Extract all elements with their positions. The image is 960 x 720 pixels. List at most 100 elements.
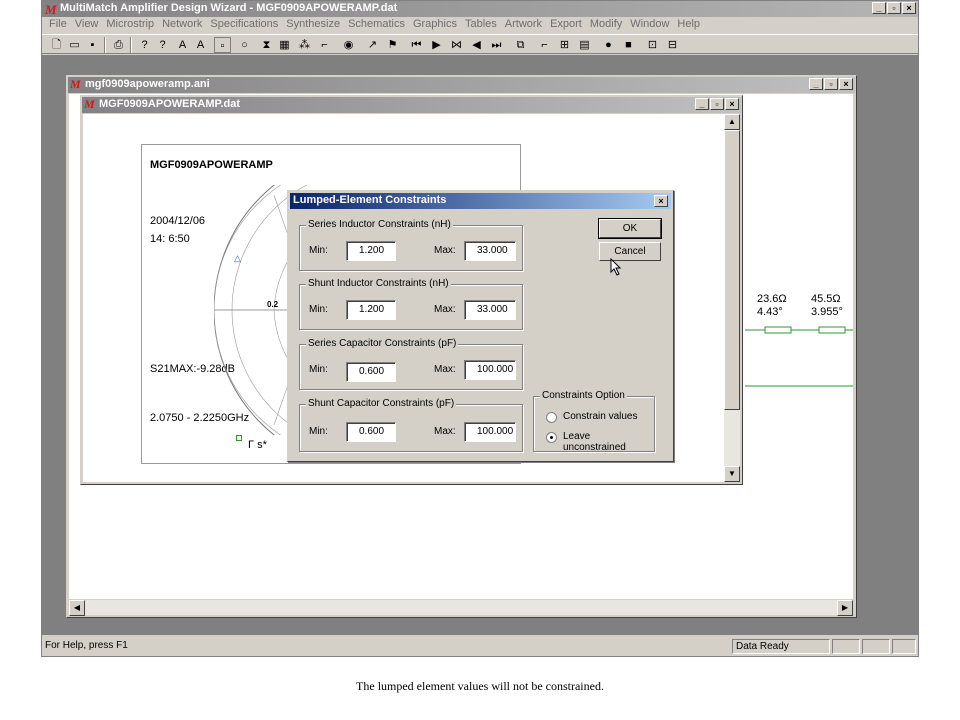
- new-file-icon[interactable]: 🗋: [48, 37, 65, 53]
- menu-graphics[interactable]: Graphics: [409, 17, 461, 33]
- menu-specifications[interactable]: Specifications: [206, 17, 282, 33]
- restore-button[interactable]: ▫: [887, 2, 901, 14]
- menu-window[interactable]: Window: [626, 17, 673, 33]
- shunt-capacitor-max-input[interactable]: 100.000: [464, 422, 516, 442]
- menu-view[interactable]: View: [71, 17, 103, 33]
- pointer-icon[interactable]: ↗: [364, 37, 381, 53]
- schematic-a2: 3.955°: [811, 306, 843, 318]
- scroll-down-icon[interactable]: ▼: [724, 466, 740, 482]
- scroll-up-icon[interactable]: ▲: [724, 114, 740, 130]
- menu-synthesize[interactable]: Synthesize: [282, 17, 344, 33]
- menu-schematics[interactable]: Schematics: [344, 17, 409, 33]
- flag-icon[interactable]: ⚑: [384, 37, 401, 53]
- dat-close-button[interactable]: ×: [725, 98, 739, 110]
- status-pane-1: [832, 639, 860, 654]
- unlock-icon[interactable]: ⊟: [664, 37, 681, 53]
- copy-icon[interactable]: ⧉: [512, 37, 529, 53]
- menu-help[interactable]: Help: [673, 17, 704, 33]
- menu-bar: File View Microstrip Network Specificati…: [42, 17, 918, 33]
- series-inductor-label: Series Inductor Constraints (nH): [306, 219, 453, 230]
- smith-legend: Γ s*: [248, 439, 267, 451]
- app-logo-icon: M: [45, 2, 57, 17]
- first-icon[interactable]: ⏮: [408, 37, 425, 53]
- ani-restore-button[interactable]: ▫: [824, 78, 838, 90]
- scroll-right-icon[interactable]: ▶: [837, 600, 853, 616]
- mouse-cursor-icon: [610, 258, 622, 276]
- step-icon[interactable]: ⌐: [316, 37, 333, 53]
- app-titlebar: M MultiMatch Amplifier Design Wizard - M…: [42, 1, 918, 17]
- ani-window-title: mgf0909apoweramp.ani: [85, 78, 210, 90]
- constraints-option-label: Constraints Option: [540, 390, 627, 401]
- shunt-capacitor-min-label: Min:: [309, 426, 328, 437]
- save-icon[interactable]: ▪: [84, 37, 101, 53]
- scroll-thumb[interactable]: [724, 130, 740, 410]
- ok-button[interactable]: OK: [598, 218, 662, 239]
- network-icon[interactable]: ⁂: [296, 37, 313, 53]
- menu-export[interactable]: Export: [546, 17, 586, 33]
- print-icon[interactable]: ⎙: [110, 37, 127, 53]
- menu-network[interactable]: Network: [158, 17, 206, 33]
- document-icon[interactable]: ▤: [576, 37, 593, 53]
- leave-unconstrained-label[interactable]: Leave unconstrained: [563, 431, 654, 453]
- menu-modify[interactable]: Modify: [586, 17, 626, 33]
- constrain-values-radio[interactable]: [546, 412, 557, 423]
- help-icon[interactable]: ?: [136, 37, 153, 53]
- shunt-capacitor-min-input[interactable]: 0.600: [346, 422, 396, 442]
- menu-file[interactable]: File: [45, 17, 71, 33]
- context-help-icon[interactable]: ?: [154, 37, 171, 53]
- dat-minimize-button[interactable]: _: [695, 98, 709, 110]
- scroll-left-icon[interactable]: ◀: [69, 600, 85, 616]
- cancel-button[interactable]: Cancel: [599, 242, 661, 261]
- ani-minimize-button[interactable]: _: [809, 78, 823, 90]
- series-capacitor-max-input[interactable]: 100.000: [464, 360, 516, 380]
- dat-window-titlebar[interactable]: M MGF0909APOWERAMP.dat _ ▫ ×: [82, 97, 741, 113]
- zoom-in-icon[interactable]: A: [174, 37, 191, 53]
- menu-tables[interactable]: Tables: [461, 17, 501, 33]
- schematic-z2: 45.5Ω: [811, 293, 841, 305]
- ani-close-button[interactable]: ×: [839, 78, 853, 90]
- dialog-close-button[interactable]: ×: [654, 195, 668, 207]
- shunt-capacitor-max-label: Max:: [434, 426, 456, 437]
- schematic-lines: [745, 326, 853, 387]
- leave-unconstrained-radio[interactable]: [546, 432, 557, 443]
- ani-horizontal-scrollbar[interactable]: ◀ ▶: [69, 599, 853, 616]
- smith-title: MGF0909APOWERAMP: [150, 159, 273, 171]
- play-icon[interactable]: ▶: [428, 37, 445, 53]
- back-icon[interactable]: ◀: [468, 37, 485, 53]
- circle-icon[interactable]: ○: [236, 37, 253, 53]
- component-icon[interactable]: ⊞: [556, 37, 573, 53]
- shunt-inductor-max-input[interactable]: 33.000: [464, 300, 516, 320]
- series-capacitor-label: Series Capacitor Constraints (pF): [306, 338, 459, 349]
- shunt-inductor-min-input[interactable]: 1.200: [346, 300, 396, 320]
- menu-microstrip[interactable]: Microstrip: [102, 17, 158, 33]
- constrain-values-label[interactable]: Constrain values: [563, 411, 637, 422]
- lock-icon[interactable]: ⊡: [644, 37, 661, 53]
- zoom-out-icon[interactable]: A: [192, 37, 209, 53]
- wire-icon[interactable]: ⌐: [536, 37, 553, 53]
- close-button[interactable]: ×: [902, 2, 916, 14]
- series-capacitor-max-label: Max:: [434, 364, 456, 375]
- constraints-option-group: Constraints Option Constrain values Leav…: [533, 390, 655, 453]
- menu-artwork[interactable]: Artwork: [501, 17, 546, 33]
- yellow-circle-icon[interactable]: ●: [600, 37, 617, 53]
- app-title: MultiMatch Amplifier Design Wizard - MGF…: [60, 2, 398, 14]
- ani-window-titlebar[interactable]: M mgf0909apoweramp.ani _ ▫ ×: [68, 77, 855, 93]
- shunt-capacitor-label: Shunt Capacitor Constraints (pF): [306, 398, 457, 409]
- dat-vertical-scrollbar[interactable]: ▲ ▼: [724, 114, 740, 482]
- bowtie-icon[interactable]: ⋈: [448, 37, 465, 53]
- schematic-z1: 23.6Ω: [757, 293, 787, 305]
- yellow-square-icon[interactable]: ■: [620, 37, 637, 53]
- shunt-inductor-group: Shunt Inductor Constraints (nH) Min: 1.2…: [299, 278, 523, 330]
- open-folder-icon[interactable]: ▭: [66, 37, 83, 53]
- series-inductor-min-input[interactable]: 1.200: [346, 241, 396, 261]
- select-icon[interactable]: ▫: [214, 37, 231, 53]
- last-icon[interactable]: ⏭: [488, 37, 505, 53]
- hourglass-icon[interactable]: ⧗: [258, 37, 275, 53]
- dialog-titlebar[interactable]: Lumped-Element Constraints ×: [290, 193, 671, 209]
- minimize-button[interactable]: _: [872, 2, 886, 14]
- dat-restore-button[interactable]: ▫: [710, 98, 724, 110]
- target-icon[interactable]: ◉: [340, 37, 357, 53]
- series-inductor-max-input[interactable]: 33.000: [464, 241, 516, 261]
- series-capacitor-min-input[interactable]: 0.600: [346, 362, 396, 382]
- grid-icon[interactable]: ▦: [276, 37, 293, 53]
